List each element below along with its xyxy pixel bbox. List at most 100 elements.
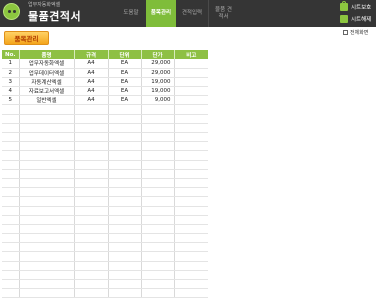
table-row[interactable] bbox=[2, 270, 208, 281]
table-row[interactable] bbox=[2, 132, 208, 143]
table-cell-name[interactable] bbox=[18, 114, 74, 124]
table-cell-spec[interactable] bbox=[73, 132, 108, 143]
table-cell-spec[interactable] bbox=[73, 141, 108, 152]
table-cell-unit[interactable] bbox=[107, 196, 141, 207]
tab-item-management[interactable]: 품목관리 bbox=[146, 0, 176, 27]
table-cell-name[interactable] bbox=[18, 288, 74, 299]
table-cell-spec[interactable] bbox=[73, 261, 108, 271]
table-cell-unit[interactable] bbox=[107, 123, 141, 134]
table-cell-note[interactable] bbox=[173, 59, 208, 69]
table-cell-unit[interactable]: EA bbox=[107, 68, 141, 78]
table-row[interactable] bbox=[2, 187, 208, 198]
table-cell-note[interactable] bbox=[173, 114, 208, 124]
table-cell-note[interactable] bbox=[173, 104, 208, 115]
table-row[interactable]: 4 자료보고서엑셀 A4 EA 19,000 bbox=[2, 86, 208, 97]
table-cell-no[interactable] bbox=[2, 160, 19, 170]
table-cell-unit[interactable] bbox=[107, 233, 141, 244]
table-cell-note[interactable] bbox=[173, 279, 208, 290]
table-row[interactable] bbox=[2, 141, 208, 152]
table-cell-note[interactable] bbox=[173, 206, 208, 216]
table-cell-spec[interactable]: A4 bbox=[73, 86, 108, 97]
table-cell-name[interactable] bbox=[18, 224, 74, 235]
table-cell-spec[interactable] bbox=[73, 242, 108, 253]
tab-help[interactable]: 도움말 bbox=[117, 0, 145, 27]
table-cell-unit[interactable] bbox=[107, 178, 141, 189]
table-cell-spec[interactable] bbox=[73, 178, 108, 189]
table-cell-unit[interactable] bbox=[107, 187, 141, 198]
table-cell-no[interactable] bbox=[2, 270, 19, 281]
table-cell-spec[interactable] bbox=[73, 169, 108, 179]
table-cell-note[interactable] bbox=[173, 251, 208, 262]
table-cell-no[interactable]: 4 bbox=[2, 86, 19, 97]
table-cell-price[interactable] bbox=[140, 141, 174, 152]
table-cell-unit[interactable]: EA bbox=[107, 86, 141, 97]
table-cell-no[interactable] bbox=[2, 187, 19, 198]
table-cell-no[interactable] bbox=[2, 215, 19, 225]
table-cell-unit[interactable]: EA bbox=[107, 95, 141, 106]
table-cell-no[interactable] bbox=[2, 150, 19, 161]
table-row[interactable] bbox=[2, 251, 208, 262]
table-cell-price[interactable] bbox=[140, 169, 174, 179]
table-cell-price[interactable] bbox=[140, 150, 174, 161]
table-cell-name[interactable] bbox=[18, 270, 74, 281]
table-cell-unit[interactable] bbox=[107, 114, 141, 124]
table-cell-note[interactable] bbox=[173, 261, 208, 271]
table-cell-price[interactable] bbox=[140, 160, 174, 170]
table-cell-unit[interactable] bbox=[107, 279, 141, 290]
table-cell-price[interactable]: 19,000 bbox=[140, 77, 174, 88]
table-cell-no[interactable] bbox=[2, 242, 19, 253]
table-cell-price[interactable]: 29,000 bbox=[140, 59, 174, 69]
table-row[interactable] bbox=[2, 279, 208, 290]
table-cell-no[interactable] bbox=[2, 114, 19, 124]
table-cell-note[interactable] bbox=[173, 224, 208, 235]
table-cell-price[interactable] bbox=[140, 270, 174, 281]
table-cell-spec[interactable] bbox=[73, 233, 108, 244]
fullscreen-checkbox[interactable] bbox=[343, 30, 348, 35]
table-row[interactable] bbox=[2, 224, 208, 235]
table-cell-name[interactable] bbox=[18, 242, 74, 253]
table-cell-price[interactable]: 29,000 bbox=[140, 68, 174, 78]
table-cell-spec[interactable] bbox=[73, 206, 108, 216]
sheet-protect-button[interactable]: 시트보호 bbox=[340, 1, 371, 12]
table-cell-note[interactable] bbox=[173, 68, 208, 78]
table-cell-name[interactable] bbox=[18, 150, 74, 161]
table-cell-price[interactable] bbox=[140, 251, 174, 262]
table-cell-name[interactable] bbox=[18, 160, 74, 170]
table-cell-no[interactable]: 5 bbox=[2, 95, 19, 106]
table-cell-spec[interactable] bbox=[73, 251, 108, 262]
table-cell-note[interactable] bbox=[173, 150, 208, 161]
table-row[interactable] bbox=[2, 242, 208, 253]
table-cell-name[interactable]: 자동계산엑셀 bbox=[18, 77, 74, 88]
table-cell-unit[interactable] bbox=[107, 104, 141, 115]
table-cell-price[interactable] bbox=[140, 206, 174, 216]
table-cell-price[interactable] bbox=[140, 233, 174, 244]
table-cell-name[interactable] bbox=[18, 178, 74, 189]
table-cell-no[interactable] bbox=[2, 104, 19, 115]
table-cell-price[interactable] bbox=[140, 104, 174, 115]
table-cell-no[interactable] bbox=[2, 169, 19, 179]
table-cell-price[interactable] bbox=[140, 261, 174, 271]
table-row[interactable]: 5 일반엑셀 A4 EA 9,000 bbox=[2, 95, 208, 106]
table-cell-note[interactable] bbox=[173, 77, 208, 88]
table-cell-spec[interactable] bbox=[73, 150, 108, 161]
table-cell-name[interactable] bbox=[18, 187, 74, 198]
table-cell-no[interactable] bbox=[2, 224, 19, 235]
table-cell-no[interactable] bbox=[2, 279, 19, 290]
table-cell-note[interactable] bbox=[173, 132, 208, 143]
table-row[interactable] bbox=[2, 206, 208, 216]
table-cell-spec[interactable] bbox=[73, 196, 108, 207]
table-cell-note[interactable] bbox=[173, 169, 208, 179]
table-cell-unit[interactable] bbox=[107, 141, 141, 152]
table-cell-no[interactable]: 1 bbox=[2, 59, 19, 69]
table-cell-spec[interactable] bbox=[73, 224, 108, 235]
table-row[interactable] bbox=[2, 150, 208, 161]
table-cell-price[interactable]: 19,000 bbox=[140, 86, 174, 97]
tab-quote-sheet[interactable]: 물품 견적서 bbox=[208, 0, 238, 27]
table-cell-note[interactable] bbox=[173, 123, 208, 134]
table-cell-note[interactable] bbox=[173, 187, 208, 198]
table-cell-spec[interactable]: A4 bbox=[73, 77, 108, 88]
table-cell-unit[interactable] bbox=[107, 261, 141, 271]
table-cell-spec[interactable] bbox=[73, 215, 108, 225]
table-cell-price[interactable] bbox=[140, 242, 174, 253]
table-cell-spec[interactable] bbox=[73, 270, 108, 281]
